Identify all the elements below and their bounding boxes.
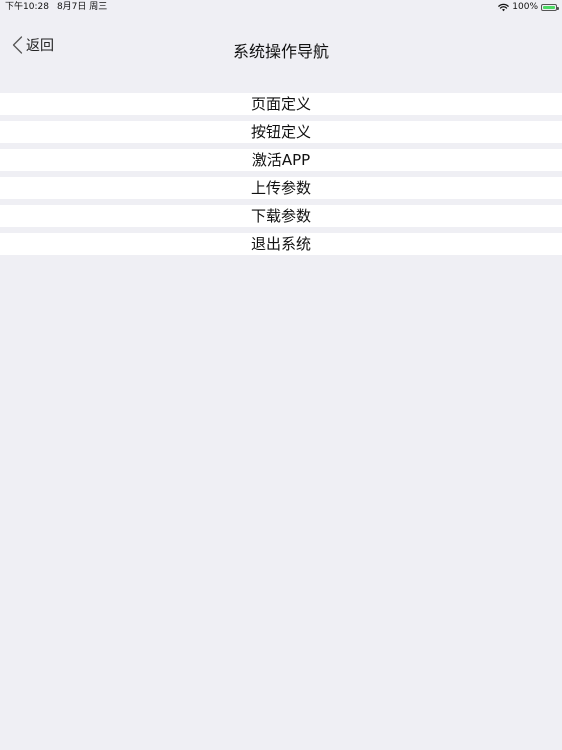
wifi-icon bbox=[498, 3, 510, 12]
menu-item-download-params[interactable]: 下载参数 bbox=[0, 205, 562, 227]
menu-item-button-definition[interactable]: 按钮定义 bbox=[0, 121, 562, 143]
menu-item-upload-params[interactable]: 上传参数 bbox=[0, 177, 562, 199]
battery-charging-icon bbox=[541, 4, 559, 11]
status-date: 8月7日 周三 bbox=[56, 2, 108, 12]
status-left: 下午10:28 8月7日 周三 bbox=[5, 0, 107, 15]
status-bar: 下午10:28 8月7日 周三 100% bbox=[0, 0, 562, 15]
menu-item-exit-system[interactable]: 退出系统 bbox=[0, 233, 562, 255]
menu-item-page-definition[interactable]: 页面定义 bbox=[0, 93, 562, 115]
battery-nub bbox=[557, 6, 559, 10]
status-time: 下午10:28 bbox=[5, 2, 49, 12]
menu-item-activate-app[interactable]: 激活APP bbox=[0, 149, 562, 171]
navigation-bar: 返回 系统操作导航 bbox=[0, 15, 562, 79]
battery-percent: 100% bbox=[512, 2, 538, 12]
battery-fill bbox=[543, 6, 555, 9]
menu-list: 页面定义 按钮定义 激活APP 上传参数 下载参数 退出系统 bbox=[0, 93, 562, 261]
page-title: 系统操作导航 bbox=[232, 42, 329, 61]
status-right: 100% bbox=[498, 0, 559, 15]
